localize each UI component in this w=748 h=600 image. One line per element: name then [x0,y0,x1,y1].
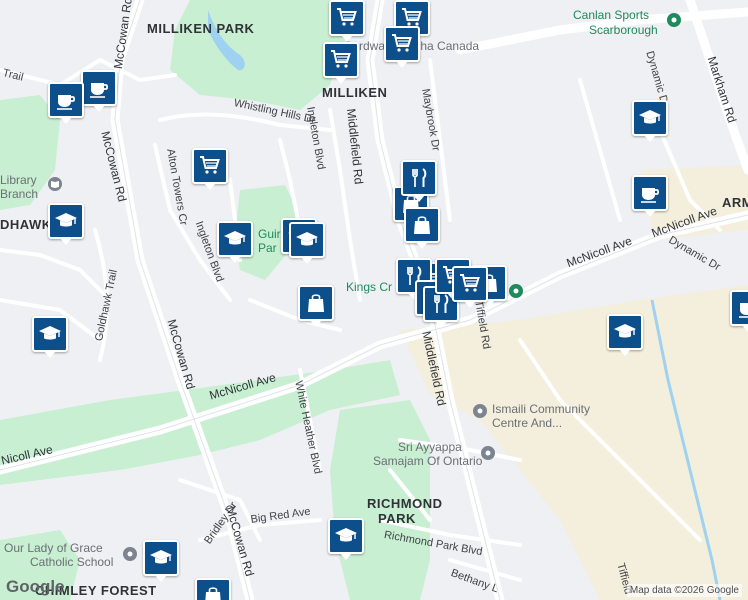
map-marker-grocery[interactable] [323,42,359,84]
map-marker-grocery[interactable] [329,0,365,42]
library-icon[interactable] [48,177,62,191]
coffee-icon [736,296,748,320]
map-attribution: Map data ©2026 Google [626,584,742,597]
area-label-milliken-park: MILLIKEN PARK [147,21,255,36]
bag-icon [410,213,434,237]
cart-icon [329,48,353,72]
community-centre-icon[interactable] [473,404,487,418]
area-label-richmond-park-1: RICHMOND [367,496,443,511]
school-icon [38,322,62,346]
place-label-lady-grace-1: Our Lady of Grace [4,541,103,555]
map-marker-shopping[interactable] [298,285,334,327]
map-marker-school[interactable] [289,222,325,264]
coffee-icon [54,88,78,112]
map-marker-grocery[interactable] [192,148,228,190]
school-icon [613,320,637,344]
map-marker-school[interactable] [607,314,643,356]
coffee-icon [638,181,662,205]
map-marker-school[interactable] [328,518,364,560]
place-label-library-2: Branch [0,187,39,201]
map-marker-school[interactable] [143,540,179,582]
map-marker-school[interactable] [48,203,84,245]
map-marker-grocery[interactable] [384,26,420,68]
sports-centre-icon[interactable] [667,13,681,27]
school-icon [295,228,319,252]
place-label-kings: Kings Cr [346,280,393,294]
bag-icon [201,584,225,600]
map-marker-cafe[interactable] [730,290,748,332]
kings-square-icon[interactable] [509,284,523,298]
map-marker-shopping[interactable] [195,578,231,600]
area-label-goldhawk: DHAWK [0,217,52,232]
map-marker-grocery[interactable] [452,266,488,308]
place-label-canlan: Canlan Sports [573,8,650,22]
map-canvas[interactable]: MILLIKEN PARK MILLIKEN RICHMOND PARK CHI… [0,0,748,600]
area-label-armadale: ARM [722,195,748,210]
place-label-park-b: Par [258,241,277,255]
bag-icon [304,291,328,315]
cart-icon [335,6,359,30]
map-marker-shopping[interactable] [404,207,440,249]
map-marker-cafe[interactable] [81,70,117,112]
map-marker-school[interactable] [217,221,253,263]
map-marker-school[interactable] [32,316,68,358]
place-label-lady-grace-2: Catholic School [30,555,114,569]
map-marker-restaurant[interactable] [401,160,437,202]
cart-icon [390,32,414,56]
place-label-library-1: Library [0,173,37,187]
fork-knife-icon [407,166,431,190]
area-label-richmond-park-2: PARK [378,511,416,526]
place-label-ayyappa-1: Sri Ayyappa [398,440,462,454]
google-logo: Google [6,577,65,596]
map-marker-cafe[interactable] [632,175,668,217]
cart-icon [458,272,482,296]
place-label-canlan-2: Scarborough [589,23,658,37]
school-icon [149,546,173,570]
school-icon [54,209,78,233]
map-marker-cafe[interactable] [48,82,84,124]
cart-icon [198,154,222,178]
coffee-icon [87,76,111,100]
place-label-ayyappa-2: Samajam Of Ontario [373,454,483,468]
catholic-school-icon[interactable] [123,547,137,561]
map-marker-school[interactable] [632,100,668,142]
school-icon [638,106,662,130]
school-icon [223,227,247,251]
school-icon [334,524,358,548]
place-label-ismaili-1: Ismaili Community [492,402,591,416]
place-label-ismaili-2: Centre And... [492,416,563,430]
area-label-milliken: MILLIKEN [322,85,388,100]
temple-icon[interactable] [481,446,495,460]
